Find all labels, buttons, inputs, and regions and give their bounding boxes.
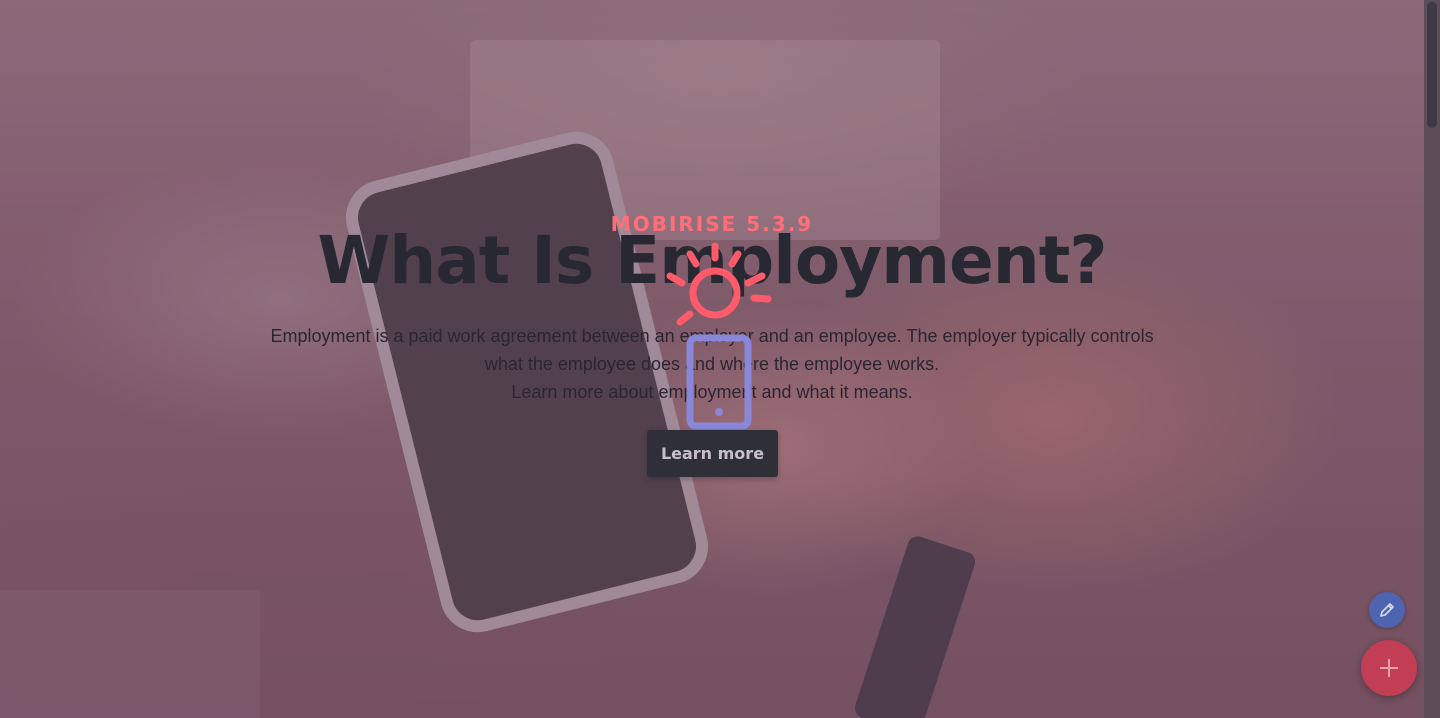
sun-phone-loader-icon <box>666 242 772 430</box>
hero-section: MOBIRISE 5.3.9 What Is Employment? Emplo… <box>0 0 1424 718</box>
page-viewport: MOBIRISE 5.3.9 What Is Employment? Emplo… <box>0 0 1440 718</box>
add-fab-button[interactable] <box>1361 640 1417 696</box>
pencil-icon <box>1380 603 1394 617</box>
learn-more-button[interactable]: Learn more <box>647 430 778 477</box>
plus-icon <box>1380 659 1398 677</box>
vertical-scrollbar[interactable] <box>1424 0 1440 718</box>
scrollbar-thumb[interactable] <box>1427 2 1437 128</box>
edit-fab-button[interactable] <box>1369 592 1405 628</box>
